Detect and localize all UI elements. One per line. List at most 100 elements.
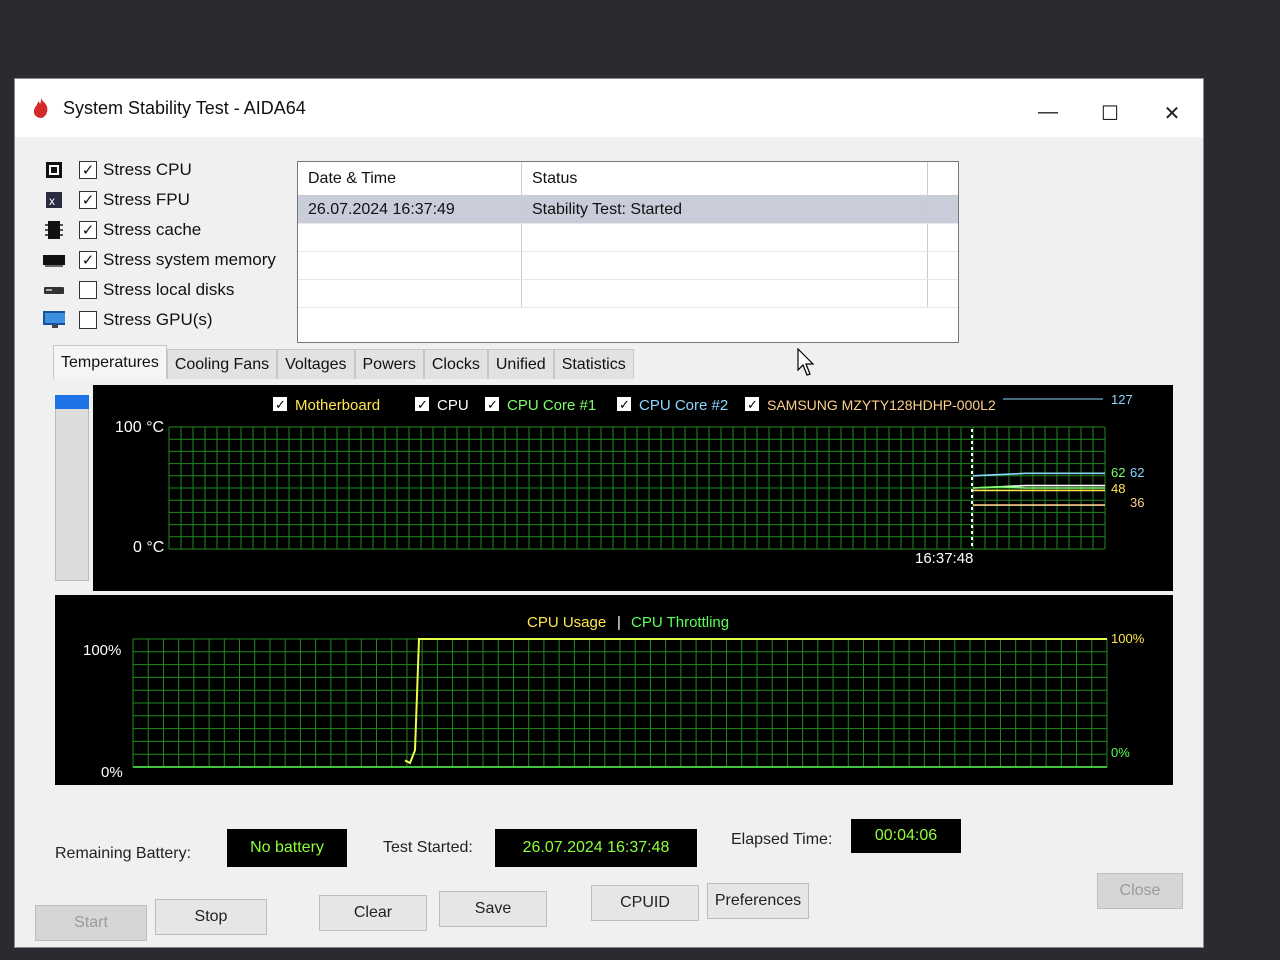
stress-fpu-checkbox[interactable]: ✓ — [79, 191, 97, 209]
tab-statistics[interactable]: Statistics — [553, 349, 634, 379]
table-row[interactable]: 26.07.2024 16:37:49 Stability Test: Star… — [298, 196, 958, 224]
monitor-icon — [43, 311, 65, 329]
memory-module-icon — [43, 251, 65, 269]
temperature-grid — [168, 426, 1106, 550]
datetime-column-header[interactable]: Date & Time — [298, 162, 522, 195]
test-started-label: Test Started: — [383, 839, 473, 856]
check-mark: ✓ — [747, 397, 758, 412]
cpu-usage-chart: CPU Usage | CPU Throttling 100% 0% 100% … — [83, 614, 1145, 781]
cpu-y-top-label: 100% — [83, 642, 121, 659]
value-62-core2: 62 — [1130, 465, 1144, 480]
window-title: System Stability Test - AIDA64 — [63, 97, 306, 118]
close-button[interactable]: Close — [1097, 873, 1183, 909]
legend-core1: CPU Core #1 — [507, 397, 596, 414]
legend-ssd: SAMSUNG MZYTY128HDHP-000L2 — [767, 397, 996, 413]
stress-cache-label: Stress cache — [103, 220, 202, 239]
stress-cpu-label: Stress CPU — [103, 160, 192, 179]
legend-motherboard: Motherboard — [295, 397, 380, 414]
value-36: 36 — [1130, 495, 1144, 510]
tab-powers[interactable]: Powers — [354, 349, 424, 379]
svg-text:x: x — [49, 194, 55, 208]
elapsed-time-value: 00:04:06 — [851, 819, 961, 853]
stress-cache-option[interactable]: ✓ Stress cache — [43, 215, 293, 245]
title-bar[interactable]: System Stability Test - AIDA64 — ☐ ✕ — [15, 79, 1203, 137]
stress-cache-checkbox[interactable]: ✓ — [79, 221, 97, 239]
temp-time-label: 16:37:48 — [915, 550, 973, 567]
status-log-table[interactable]: Date & Time Status 26.07.2024 16:37:49 S… — [297, 161, 959, 343]
tab-cooling-fans[interactable]: Cooling Fans — [166, 349, 278, 379]
close-window-button[interactable]: ✕ — [1141, 101, 1203, 126]
stop-button[interactable]: Stop — [155, 899, 267, 935]
stress-options: ✓ Stress CPU x ✓ Stress FPU ✓ Stress cac… — [43, 155, 293, 335]
stress-gpu-option[interactable]: Stress GPU(s) — [43, 305, 293, 335]
check-mark: ✓ — [417, 397, 428, 412]
temp-y-top-label: 100 °C — [115, 419, 164, 436]
tab-unified[interactable]: Unified — [487, 349, 554, 379]
cpu-throttling-title: CPU Throttling — [631, 614, 729, 631]
stress-fpu-label: Stress FPU — [103, 190, 190, 209]
tab-temperatures[interactable]: Temperatures — [53, 345, 167, 379]
info-row: Remaining Battery: No battery Test Start… — [55, 819, 1155, 869]
check-mark: ✓ — [619, 397, 630, 412]
fpu-chip-icon: x — [43, 191, 65, 209]
stress-gpu-label: Stress GPU(s) — [103, 310, 213, 329]
cpu-y-bottom-label: 0% — [101, 764, 123, 781]
stress-disks-checkbox[interactable] — [79, 281, 97, 299]
minimize-button[interactable]: — — [1017, 101, 1079, 126]
status-column-header[interactable]: Status — [522, 162, 928, 195]
temperature-chart-panel: ✓ Motherboard ✓ CPU ✓ CPU Core #1 ✓ CPU … — [93, 385, 1173, 591]
cpu-chip-icon — [43, 161, 65, 179]
legend-cpu: CPU — [437, 397, 469, 414]
temperature-chart: ✓ Motherboard ✓ CPU ✓ CPU Core #1 ✓ CPU … — [115, 392, 1144, 567]
cpuid-button[interactable]: CPUID — [591, 885, 699, 921]
cpu-usage-chart-panel: CPU Usage | CPU Throttling 100% 0% 100% … — [55, 595, 1173, 785]
table-row-empty — [298, 252, 958, 280]
value-62-core1: 62 — [1111, 465, 1125, 480]
table-row-empty — [298, 280, 958, 308]
stress-memory-option[interactable]: ✓ Stress system memory — [43, 245, 293, 275]
row-datetime: 26.07.2024 16:37:49 — [298, 196, 522, 223]
series-line-cpu-core-1 — [972, 485, 1105, 489]
sensor-scroll-thumb[interactable] — [55, 395, 89, 409]
aida64-flame-icon — [33, 98, 48, 118]
temperature-legend: ✓ Motherboard ✓ CPU ✓ CPU Core #1 ✓ CPU … — [273, 397, 996, 414]
cpu-right-top: 100% — [1111, 631, 1145, 646]
check-mark: ✓ — [487, 397, 498, 412]
temp-y-bottom-label: 0 °C — [133, 539, 164, 556]
sensor-scrollbar[interactable] — [55, 395, 89, 581]
cpu-right-bottom: 0% — [1111, 745, 1130, 760]
tab-bar: Temperatures Cooling Fans Voltages Power… — [53, 345, 634, 379]
start-button[interactable]: Start — [35, 905, 147, 941]
stress-cpu-option[interactable]: ✓ Stress CPU — [43, 155, 293, 185]
tab-voltages[interactable]: Voltages — [277, 349, 355, 379]
save-button[interactable]: Save — [439, 891, 547, 927]
value-127: 127 — [1111, 392, 1133, 407]
table-header: Date & Time Status — [298, 162, 958, 196]
test-started-value: 26.07.2024 16:37:48 — [495, 829, 697, 867]
preferences-button[interactable]: Preferences — [707, 883, 809, 919]
window-content: ✓ Stress CPU x ✓ Stress FPU ✓ Stress cac… — [29, 137, 1189, 941]
main-window: System Stability Test - AIDA64 — ☐ ✕ ✓ S… — [14, 78, 1204, 948]
stress-memory-label: Stress system memory — [103, 250, 276, 269]
tab-clocks[interactable]: Clocks — [423, 349, 488, 379]
check-mark: ✓ — [275, 397, 286, 412]
stress-disks-label: Stress local disks — [103, 280, 235, 299]
cpu-grid — [132, 638, 1108, 768]
mouse-cursor-icon — [797, 348, 815, 376]
stress-disks-option[interactable]: Stress local disks — [43, 275, 293, 305]
value-48: 48 — [1111, 481, 1125, 496]
stress-memory-checkbox[interactable]: ✓ — [79, 251, 97, 269]
series-line-cpu-usage — [404, 638, 1107, 765]
battery-label: Remaining Battery: — [55, 845, 192, 862]
table-row-empty — [298, 224, 958, 252]
cpu-usage-title: CPU Usage — [527, 614, 606, 631]
title-separator: | — [617, 614, 621, 631]
stress-cpu-checkbox[interactable]: ✓ — [79, 161, 97, 179]
maximize-button[interactable]: ☐ — [1079, 101, 1141, 126]
disk-drive-icon — [43, 281, 65, 299]
clear-button[interactable]: Clear — [319, 895, 427, 931]
row-status: Stability Test: Started — [522, 196, 928, 223]
stress-fpu-option[interactable]: x ✓ Stress FPU — [43, 185, 293, 215]
cache-chip-icon — [43, 221, 65, 239]
stress-gpu-checkbox[interactable] — [79, 311, 97, 329]
